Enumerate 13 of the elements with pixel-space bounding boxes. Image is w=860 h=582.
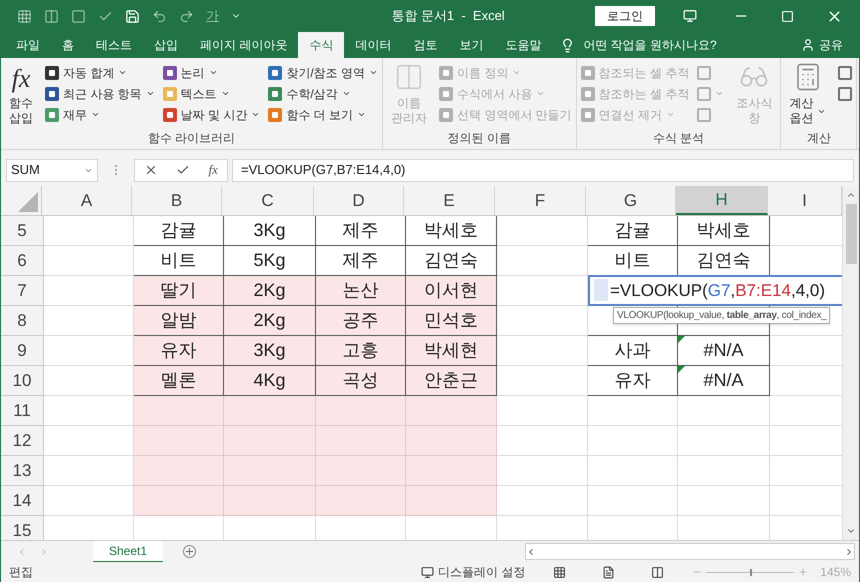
group-label: 수식 분석: [652, 130, 706, 147]
group-label: 함수 라이브러리: [146, 130, 236, 147]
group-label: 계산: [806, 130, 832, 147]
status-mode: 편집: [9, 564, 33, 581]
formula-part: =VLOOKUP(: [610, 280, 708, 302]
window-title: 통합 문서1 - Excel: [390, 7, 506, 26]
formula-part: ,4,0): [790, 280, 826, 302]
formula-part: G7: [708, 280, 730, 302]
function-tooltip: VLOOKUP(lookup_value, table_array, col_index_: [613, 307, 830, 324]
formula-part: B7:E14: [735, 280, 791, 302]
group-label: 정의된 이름: [446, 130, 512, 147]
function-icon: fx: [12, 62, 30, 96]
formula-part: ,: [730, 280, 736, 302]
